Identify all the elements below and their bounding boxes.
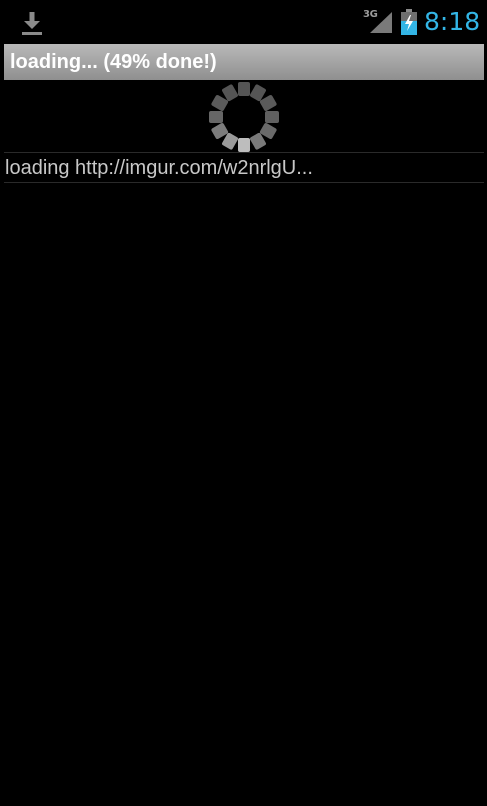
list-divider-bottom <box>4 182 484 183</box>
loading-url-text: loading http://imgur.com/w2nrlgU... <box>5 157 313 179</box>
spinner-segment <box>209 111 223 123</box>
progress-title: loading... (49% done!) <box>10 51 217 73</box>
download-icon <box>22 12 42 35</box>
status-bar: 3G 8:18 <box>0 0 487 42</box>
spinner-segment <box>238 138 250 152</box>
battery-charging-icon <box>401 9 417 35</box>
loading-spinner-icon <box>209 82 279 152</box>
signal-icon <box>370 12 392 33</box>
status-clock: 8:18 <box>424 7 481 36</box>
spinner-segment <box>265 111 279 123</box>
spinner-segment <box>238 82 250 96</box>
progress-title-bar: loading... (49% done!) <box>4 44 484 80</box>
list-item[interactable]: loading http://imgur.com/w2nrlgU... <box>4 153 484 182</box>
